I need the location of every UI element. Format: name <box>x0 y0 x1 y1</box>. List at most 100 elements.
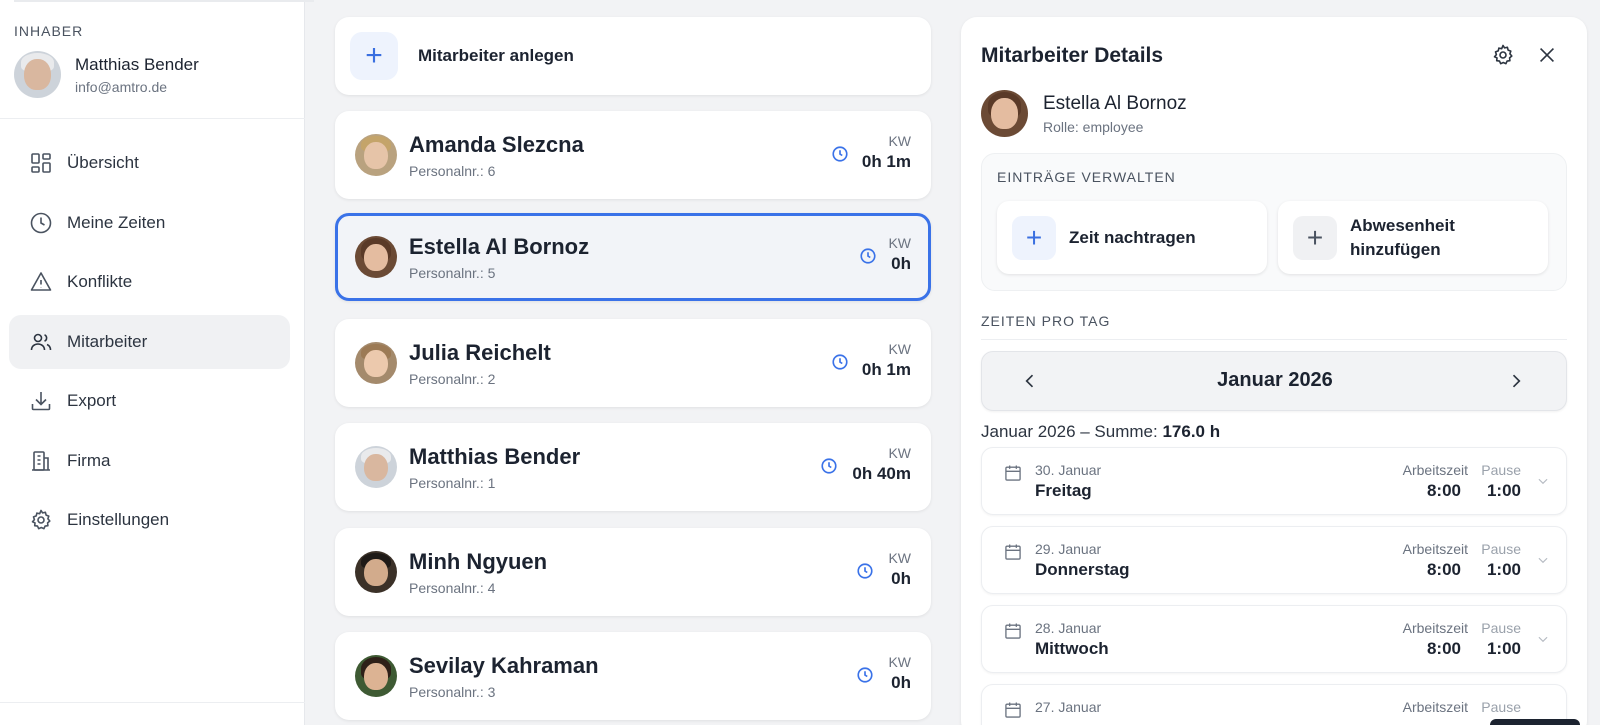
day-row[interactable]: 30. Januar Freitag Arbeitszeit 8:00 Paus… <box>981 447 1567 515</box>
building-icon <box>32 450 50 471</box>
sidebar-item-label: Konflikte <box>67 272 133 291</box>
sidebar-item-konflikte[interactable]: Konflikte <box>9 255 290 309</box>
week-label: KW <box>888 341 911 357</box>
work-time-value: 8:00 <box>1426 560 1461 579</box>
employee-avatar <box>355 446 397 488</box>
sidebar-item-meine-zeiten[interactable]: Meine Zeiten <box>9 196 290 250</box>
sidebar-item-label: Export <box>67 391 117 410</box>
clock-icon <box>860 248 876 264</box>
employee-name: Matthias Bender <box>409 443 581 469</box>
employee-details-panel: Mitarbeiter Details Estella Al Bornoz Ro… <box>961 17 1587 725</box>
day-row[interactable]: 27. Januar Arbeitszeit Pause <box>981 684 1567 725</box>
day-row[interactable]: 28. Januar Mittwoch Arbeitszeit 8:00 Pau… <box>981 605 1567 673</box>
employee-avatar <box>355 551 397 593</box>
owner-avatar <box>14 51 61 98</box>
employee-card-selected[interactable]: Estella Al Bornoz Personalnr.: 5 KW 0h <box>335 213 931 301</box>
work-time-label: Arbeitszeit <box>1402 699 1468 715</box>
add-employee-button[interactable]: + Mitarbeiter anlegen <box>335 17 931 95</box>
pause-value: 1:00 <box>1486 639 1521 658</box>
calendar-icon <box>1005 465 1021 481</box>
panel-title: Mitarbeiter Details <box>981 44 1164 67</box>
employee-name: Minh Ngyuen <box>409 548 548 574</box>
selected-employee-avatar <box>981 90 1028 137</box>
sidebar-item-export[interactable]: Export <box>9 374 290 428</box>
chevron-down-icon[interactable] <box>1536 632 1550 646</box>
day-weekday: Mittwoch <box>1035 639 1109 658</box>
selected-employee-name: Estella Al Bornoz <box>1043 92 1187 114</box>
month-sum-value: 176.0 h <box>1162 422 1221 441</box>
gear-icon[interactable] <box>1491 43 1515 67</box>
month-sum: Januar 2026 – Summe: 176.0 h <box>981 422 1220 442</box>
sidebar-item-label: Einstellungen <box>67 510 170 529</box>
add-absence-label-line1: Abwesenheit <box>1350 215 1455 235</box>
work-time-value: 8:00 <box>1426 481 1461 500</box>
gear-icon <box>31 509 51 530</box>
clock-icon <box>857 667 873 683</box>
chevron-down-icon[interactable] <box>1536 553 1550 567</box>
chevron-right-icon[interactable] <box>1506 371 1526 391</box>
sidebar-item-label: Mitarbeiter <box>67 331 148 351</box>
pause-label: Pause <box>1481 462 1521 478</box>
calendar-icon <box>1005 544 1021 560</box>
day-row[interactable]: 29. Januar Donnerstag Arbeitszeit 8:00 P… <box>981 526 1567 594</box>
day-date: 29. Januar <box>1035 541 1102 557</box>
work-time-label: Arbeitszeit <box>1402 620 1468 636</box>
close-icon[interactable] <box>1536 44 1558 66</box>
employee-card[interactable]: Julia Reichelt Personalnr.: 2 KW 0h 1m <box>335 319 931 407</box>
week-label: KW <box>888 133 911 149</box>
chevron-down-icon[interactable] <box>1536 474 1550 488</box>
work-time-value: 8:00 <box>1426 639 1461 658</box>
week-hours: 0h 1m <box>861 360 911 379</box>
employee-name: Julia Reichelt <box>409 339 551 365</box>
add-absence-label-line2: hinzufügen <box>1350 239 1441 259</box>
sidebar-item-einstellungen[interactable]: Einstellungen <box>9 493 290 547</box>
pause-value: 1:00 <box>1486 560 1521 579</box>
week-hours: 0h 40m <box>852 464 911 483</box>
month-label: Januar 2026 <box>1217 369 1333 391</box>
pause-label: Pause <box>1481 699 1521 715</box>
selected-employee: Estella Al Bornoz Rolle: employee <box>981 90 1187 137</box>
add-employee-label: Mitarbeiter anlegen <box>418 46 574 65</box>
work-time-label: Arbeitszeit <box>1402 541 1468 557</box>
plus-icon: + <box>1293 215 1337 260</box>
add-absence-button[interactable]: + Abwesenheit hinzufügen <box>1278 201 1548 274</box>
plus-icon: + <box>1012 215 1056 260</box>
employee-card[interactable]: Sevilay Kahraman Personalnr.: 3 KW 0h <box>335 632 931 720</box>
sidebar-divider <box>0 118 305 119</box>
week-label: KW <box>888 654 911 670</box>
month-navigator: Januar 2026 <box>981 351 1567 411</box>
day-date: 30. Januar <box>1035 462 1102 478</box>
month-sum-prefix: Januar 2026 – Summe: <box>981 422 1163 441</box>
day-date: 27. Januar <box>1035 699 1102 715</box>
manage-entries-title: EINTRÄGE VERWALTEN <box>997 169 1176 185</box>
add-time-button[interactable]: + Zeit nachtragen <box>997 201 1267 274</box>
sidebar-item-label: Firma <box>67 450 111 470</box>
employee-number: Personalnr.: 3 <box>409 683 496 700</box>
sidebar-item-mitarbeiter[interactable]: Mitarbeiter <box>9 314 290 369</box>
employee-card[interactable]: Minh Ngyuen Personalnr.: 4 KW 0h <box>335 528 931 616</box>
manage-entries-section: EINTRÄGE VERWALTEN + Zeit nachtragen + A… <box>981 153 1567 291</box>
owner-profile[interactable]: Matthias Bender info@amtro.de <box>14 51 199 98</box>
week-label: KW <box>888 445 911 461</box>
employee-name: Amanda Slezcna <box>409 131 584 157</box>
clock-icon <box>832 354 848 370</box>
employee-number: Personalnr.: 2 <box>409 370 496 387</box>
employee-card[interactable]: Matthias Bender Personalnr.: 1 KW 0h 40m <box>335 423 931 511</box>
users-icon <box>30 333 52 350</box>
calendar-icon <box>1005 702 1021 718</box>
week-hours: 0h <box>891 569 911 588</box>
sidebar-item-uebersicht[interactable]: Übersicht <box>9 136 290 190</box>
employee-avatar <box>355 655 397 697</box>
employee-number: Personalnr.: 1 <box>409 474 496 491</box>
employee-avatar <box>355 134 397 176</box>
week-hours: 0h <box>891 254 911 273</box>
week-label: KW <box>888 550 911 566</box>
employee-number: Personalnr.: 6 <box>409 162 496 179</box>
employee-name: Sevilay Kahraman <box>409 652 599 678</box>
sidebar-item-firma[interactable]: Firma <box>9 434 290 488</box>
clock-icon <box>30 212 52 233</box>
employee-avatar <box>355 236 397 278</box>
warning-icon <box>30 272 52 291</box>
employee-card[interactable]: Amanda Slezcna Personalnr.: 6 KW 0h 1m <box>335 111 931 199</box>
clock-icon <box>821 458 837 474</box>
